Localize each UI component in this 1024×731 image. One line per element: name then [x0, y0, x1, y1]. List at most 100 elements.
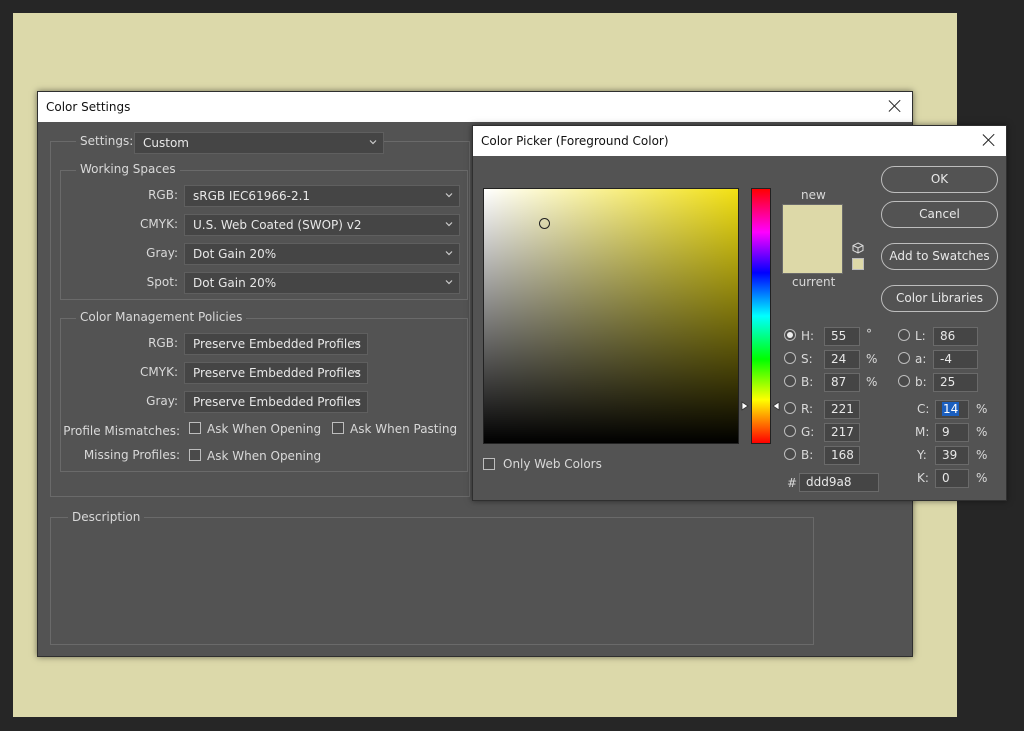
ws-gray-dropdown[interactable]: Dot Gain 20%: [184, 243, 460, 265]
b-hsb-radio[interactable]: [784, 375, 796, 387]
pol-cmyk-dropdown[interactable]: Preserve Embedded Profiles: [184, 362, 368, 384]
pol-gray-dropdown[interactable]: Preserve Embedded Profiles: [184, 391, 368, 413]
chevron-down-icon: [445, 249, 453, 257]
profile-mismatches-label: Profile Mismatches:: [63, 424, 180, 438]
chevron-down-icon: [445, 220, 453, 228]
ws-cmyk-dropdown[interactable]: U.S. Web Coated (SWOP) v2: [184, 214, 460, 236]
h-input[interactable]: 55: [824, 327, 860, 346]
color-libraries-button[interactable]: Color Libraries: [881, 285, 998, 312]
settings-label: Settings:: [76, 134, 138, 148]
description-group: [50, 517, 814, 645]
y-input[interactable]: 39: [935, 446, 969, 465]
b-rgb-input[interactable]: 168: [824, 446, 860, 465]
settings-dropdown[interactable]: Custom: [134, 132, 384, 154]
a-input[interactable]: -4: [933, 350, 978, 369]
policies-legend: Color Management Policies: [76, 310, 247, 324]
a-label: a:: [915, 352, 927, 366]
cube-icon[interactable]: [852, 242, 864, 257]
m-label: M:: [915, 425, 930, 439]
b-hsb-label: B:: [801, 375, 814, 389]
close-icon[interactable]: [980, 131, 998, 149]
mismatch-pasting-checkbox[interactable]: [332, 422, 344, 434]
websafe-swatch-icon[interactable]: [852, 258, 864, 270]
ws-spot-dropdown[interactable]: Dot Gain 20%: [184, 272, 460, 294]
m-unit: %: [976, 425, 988, 439]
y-label: Y:: [917, 448, 927, 462]
l-radio[interactable]: [898, 329, 910, 341]
hex-label: #: [787, 476, 798, 490]
color-settings-titlebar: Color Settings: [38, 92, 912, 122]
new-label: new: [801, 188, 826, 202]
close-icon[interactable]: [886, 97, 904, 115]
color-field[interactable]: [483, 188, 739, 444]
c-unit: %: [976, 402, 988, 416]
a-radio[interactable]: [898, 352, 910, 364]
l-input[interactable]: 86: [933, 327, 978, 346]
pol-gray-label: Gray:: [146, 394, 178, 408]
chevron-down-icon: [369, 138, 377, 146]
mismatch-opening-label: Ask When Opening: [207, 422, 322, 436]
chevron-down-icon: [353, 397, 361, 405]
chevron-down-icon: [445, 191, 453, 199]
pol-rgb-dropdown[interactable]: Preserve Embedded Profiles: [184, 333, 368, 355]
r-radio[interactable]: [784, 402, 796, 414]
missing-opening-checkbox[interactable]: [189, 449, 201, 461]
k-unit: %: [976, 471, 988, 485]
b-rgb-radio[interactable]: [784, 448, 796, 460]
c-input[interactable]: 14: [935, 400, 969, 419]
b-lab-input[interactable]: 25: [933, 373, 978, 392]
color-field-cursor[interactable]: [539, 218, 550, 229]
color-settings-title: Color Settings: [46, 100, 131, 114]
k-input[interactable]: 0: [935, 469, 969, 488]
only-web-colors-checkbox[interactable]: [483, 458, 495, 470]
ws-spot-label: Spot:: [146, 275, 178, 289]
ok-button[interactable]: OK: [881, 166, 998, 193]
add-to-swatches-button[interactable]: Add to Swatches: [881, 243, 998, 270]
ws-rgb-label: RGB:: [148, 188, 178, 202]
b-lab-label: b:: [915, 375, 927, 389]
k-label: K:: [917, 471, 929, 485]
hue-slider[interactable]: [751, 188, 771, 444]
l-label: L:: [915, 329, 926, 343]
cancel-button[interactable]: Cancel: [881, 201, 998, 228]
color-picker-dialog: Color Picker (Foreground Color) Only Web…: [472, 125, 1007, 501]
s-unit: %: [866, 352, 878, 366]
h-label: H:: [801, 329, 815, 343]
y-unit: %: [976, 448, 988, 462]
pol-rgb-label: RGB:: [148, 336, 178, 350]
b-lab-radio[interactable]: [898, 375, 910, 387]
chevron-down-icon: [353, 339, 361, 347]
b-hsb-input[interactable]: 87: [824, 373, 860, 392]
g-label: G:: [801, 425, 815, 439]
g-radio[interactable]: [784, 425, 796, 437]
hue-slider-left-arrow[interactable]: [741, 400, 749, 414]
current-label: current: [792, 275, 836, 289]
ws-gray-label: Gray:: [146, 246, 178, 260]
only-web-colors-label: Only Web Colors: [503, 457, 602, 471]
r-input[interactable]: 221: [824, 400, 860, 419]
s-radio[interactable]: [784, 352, 796, 364]
h-unit: °: [866, 327, 872, 341]
hue-slider-right-arrow[interactable]: [772, 400, 780, 414]
chevron-down-icon: [445, 278, 453, 286]
color-swatch: [782, 204, 843, 274]
description-legend: Description: [68, 510, 145, 524]
color-picker-titlebar: Color Picker (Foreground Color): [473, 126, 1006, 156]
b-hsb-unit: %: [866, 375, 878, 389]
ws-rgb-dropdown[interactable]: sRGB IEC61966-2.1: [184, 185, 460, 207]
mismatch-opening-checkbox[interactable]: [189, 422, 201, 434]
h-radio[interactable]: [784, 329, 796, 341]
b-rgb-label: B:: [801, 448, 814, 462]
chevron-down-icon: [353, 368, 361, 376]
ws-cmyk-label: CMYK:: [140, 217, 178, 231]
c-label: C:: [917, 402, 930, 416]
color-picker-title: Color Picker (Foreground Color): [481, 134, 669, 148]
s-label: S:: [801, 352, 813, 366]
g-input[interactable]: 217: [824, 423, 860, 442]
m-input[interactable]: 9: [935, 423, 969, 442]
mismatch-pasting-label: Ask When Pasting: [350, 422, 458, 436]
r-label: R:: [801, 402, 814, 416]
hex-input[interactable]: ddd9a8: [799, 473, 879, 492]
s-input[interactable]: 24: [824, 350, 860, 369]
pol-cmyk-label: CMYK:: [140, 365, 178, 379]
